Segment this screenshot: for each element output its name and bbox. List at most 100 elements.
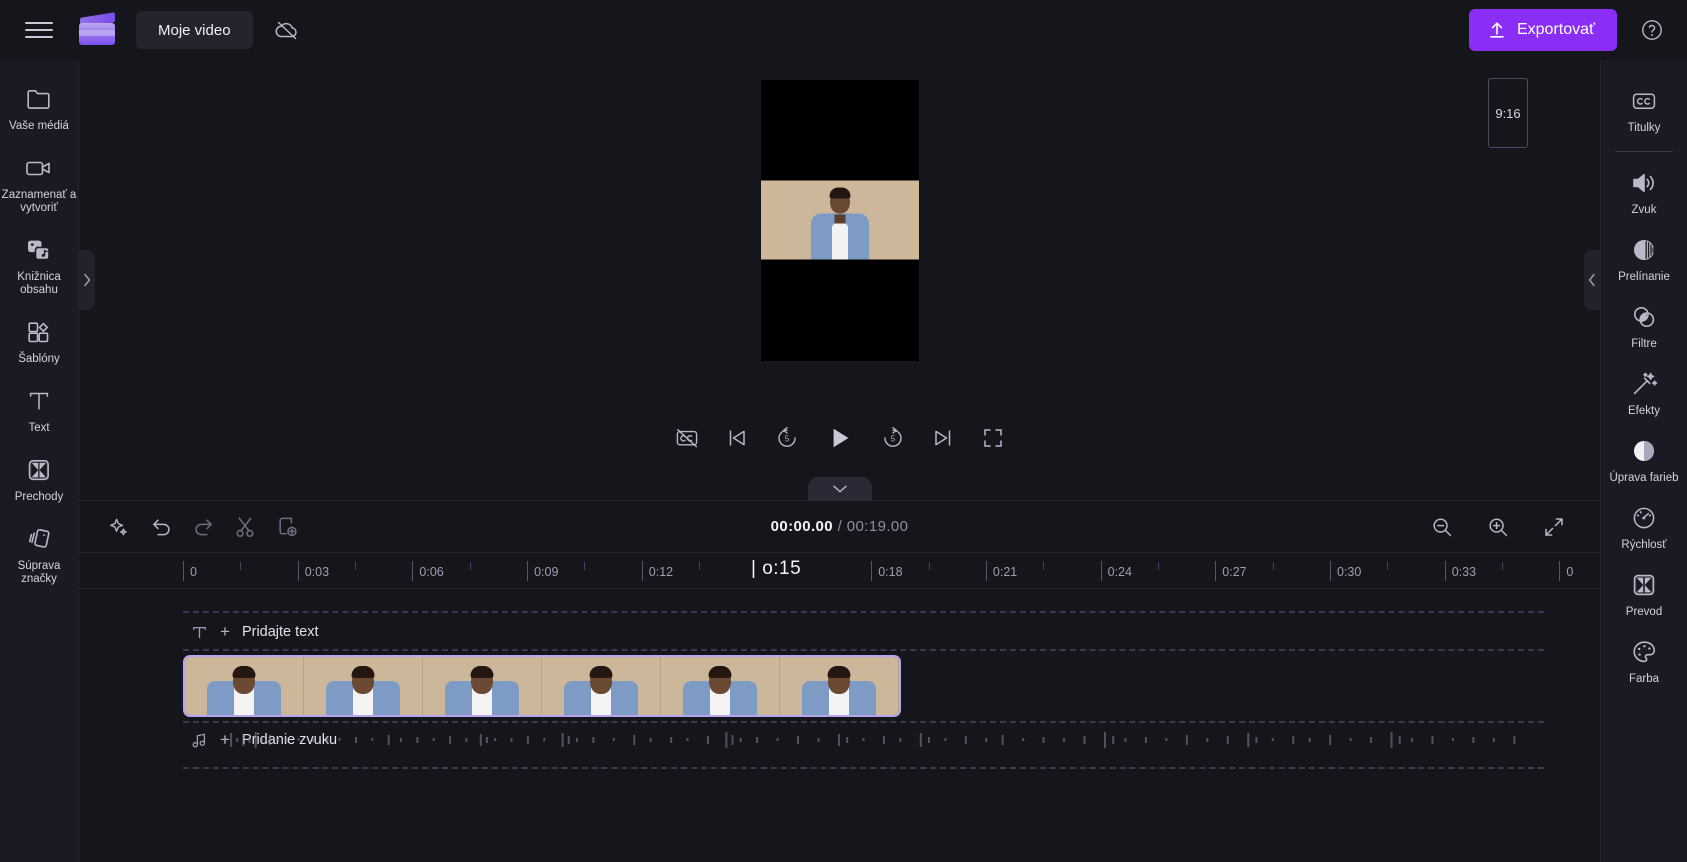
rightbar-item-uprava-farieb[interactable]: Úprava farieb — [1601, 426, 1687, 493]
sidebar-item-vase-media[interactable]: Vaše médiá — [0, 74, 79, 141]
rightbar-item-zvuk[interactable]: Zvuk — [1601, 158, 1687, 225]
project-title-input[interactable]: Moje video — [136, 11, 253, 49]
ruler-tick-label: 0:33 — [1451, 565, 1477, 579]
person-thumbnail — [761, 181, 919, 260]
sidebar-item-sablony[interactable]: Šablóny — [0, 307, 79, 374]
rightbar-item-filtre[interactable]: Filtre — [1601, 292, 1687, 359]
ruler-tick-label: 0:27 — [1222, 565, 1247, 579]
track-spacer-top — [79, 599, 1600, 615]
ruler-major-tick — [985, 561, 987, 581]
rightbar-item-prelinanie[interactable]: Prelínanie — [1601, 225, 1687, 292]
svg-text:5: 5 — [784, 434, 789, 443]
preview-canvas-wrap: 5 5 — [673, 79, 1007, 455]
sidebar-item-kniznica-obsahu[interactable]: Knižnica obsahu — [0, 225, 79, 305]
audio-waveform — [183, 723, 1544, 757]
clipchamp-editor: Moje video Exportovať Vaše médiá Zazname… — [0, 0, 1687, 862]
sidebar-item-label: Súprava značky — [17, 560, 61, 585]
export-button[interactable]: Exportovať — [1468, 9, 1617, 51]
player-controls: 5 5 — [673, 421, 1007, 455]
top-bar: Moje video Exportovať — [0, 0, 1687, 60]
timeline-collapse-handle[interactable] — [807, 477, 872, 501]
rightbar-item-efekty[interactable]: Efekty — [1601, 359, 1687, 426]
ruler-tick-label: 0:03 — [304, 565, 330, 579]
sidebar-item-suprava-znacky[interactable]: Súprava značky — [0, 514, 79, 594]
video-preview-canvas[interactable] — [760, 79, 919, 361]
zoom-out-icon[interactable] — [1424, 510, 1460, 544]
ruler-tick-label: 0:30 — [1337, 565, 1362, 579]
drop-target-line — [183, 611, 1544, 613]
duplicate-icon[interactable] — [269, 510, 305, 544]
timeline-time-readout: 00:00.00 / 00:19.00 — [771, 518, 909, 535]
help-circle-icon[interactable] — [1635, 13, 1669, 47]
ruler-major-tick — [527, 561, 529, 581]
sidebar-item-zaznamenat-a-vytvorit[interactable]: Zaznamenať a vytvoriť — [0, 143, 79, 223]
color-palette-icon — [1631, 637, 1658, 667]
collapse-right-panel-button[interactable] — [1584, 250, 1600, 310]
ruler-minor-tick — [584, 562, 586, 570]
ruler-major-tick — [1330, 561, 1331, 581]
text-t-icon — [26, 386, 52, 416]
cloud-off-icon[interactable] — [267, 10, 307, 50]
fullscreen-icon[interactable] — [979, 424, 1007, 452]
redo-arrow-icon[interactable] — [185, 510, 221, 544]
track-audio[interactable]: + Pridanie zvuku — [79, 723, 1600, 771]
forward-5-icon[interactable]: 5 — [879, 424, 907, 452]
timeline-tracks: + Pridajte text Pridanie zvuku — [79, 589, 1600, 771]
rightbar-item-label: Filtre — [1631, 338, 1657, 350]
clip-thumbnail — [780, 657, 899, 715]
rightbar-item-label: Prelínanie — [1618, 271, 1670, 283]
ruler-major-tick — [412, 561, 414, 581]
ruler-tick-label: 0 — [190, 565, 197, 579]
ruler-tick-label: 0:21 — [992, 565, 1018, 579]
clip-thumbnail — [661, 657, 780, 715]
sidebar-item-label: Prechody — [14, 491, 64, 503]
ruler-major-tick — [1100, 561, 1102, 581]
drop-target-line — [183, 767, 1544, 769]
ruler-tick-label: 0:12 — [648, 565, 674, 579]
hamburger-menu-icon[interactable] — [18, 9, 60, 51]
center-column: 9:16 5 5 00:00.00 / 00:19.00 0 0:03 0:06… — [79, 60, 1600, 862]
sidebar-item-prechody[interactable]: Prechody — [0, 445, 79, 512]
rightbar-item-label: Rýchlosť — [1621, 539, 1667, 551]
ruler-minor-tick — [1043, 562, 1045, 570]
zoom-in-icon[interactable] — [1480, 510, 1516, 544]
content-library-icon — [24, 235, 54, 265]
brand-kit-icon — [25, 524, 53, 554]
rightbar-item-label: Úprava farieb — [1609, 472, 1679, 484]
add-text-plus[interactable]: + — [220, 622, 230, 642]
transition-convert-icon — [1631, 570, 1657, 600]
cc-off-icon[interactable] — [673, 424, 701, 452]
sidebar-item-text[interactable]: Text — [0, 376, 79, 443]
ruler-tick-label: 0:18 — [878, 565, 903, 579]
scissors-icon[interactable] — [227, 510, 263, 544]
transitions-icon — [25, 455, 53, 485]
video-clip[interactable] — [183, 655, 901, 717]
ruler-minor-tick — [1502, 562, 1504, 570]
skip-previous-icon[interactable] — [723, 424, 751, 452]
replay-5-icon[interactable]: 5 — [773, 424, 801, 452]
ruler-tick-label: 0 — [1566, 565, 1574, 579]
ruler-minor-tick — [240, 562, 242, 570]
add-text-row[interactable]: + Pridajte text — [79, 615, 1600, 649]
play-icon[interactable] — [823, 421, 857, 455]
ruler-minor-tick — [355, 562, 357, 570]
rightbar-item-rychlost[interactable]: Rýchlosť — [1601, 493, 1687, 560]
rightbar-item-prevod[interactable]: Prevod — [1601, 560, 1687, 627]
add-text-label[interactable]: Pridajte text — [242, 624, 319, 640]
clapperboard-logo-icon — [74, 9, 120, 51]
timeline-panel: 00:00.00 / 00:19.00 0 0:03 0:06 0:09 0:1… — [79, 477, 1600, 862]
timeline-ruler[interactable]: 0 0:03 0:06 0:09 0:12 0:18 0:21 0:24 0:27 0:30 0:3… — [79, 553, 1600, 589]
rightbar-item-farba[interactable]: Farba — [1601, 627, 1687, 694]
collapse-left-panel-button[interactable] — [79, 250, 95, 310]
sidebar-item-label: Knižnica obsahu — [17, 271, 61, 296]
left-sidebar: Vaše médiá Zaznamenať a vytvoriť Knižnic… — [0, 60, 79, 862]
skip-next-icon[interactable] — [929, 424, 957, 452]
sparkle-icon[interactable] — [101, 510, 137, 544]
fit-to-screen-icon[interactable] — [1536, 510, 1572, 544]
track-text[interactable]: + Pridajte text — [79, 615, 1600, 651]
magic-wand-icon — [1631, 369, 1658, 399]
track-video[interactable] — [79, 649, 1600, 723]
video-frame — [760, 180, 919, 260]
rightbar-item-titulky[interactable]: Titulky — [1601, 76, 1687, 143]
undo-arrow-icon[interactable] — [143, 510, 179, 544]
